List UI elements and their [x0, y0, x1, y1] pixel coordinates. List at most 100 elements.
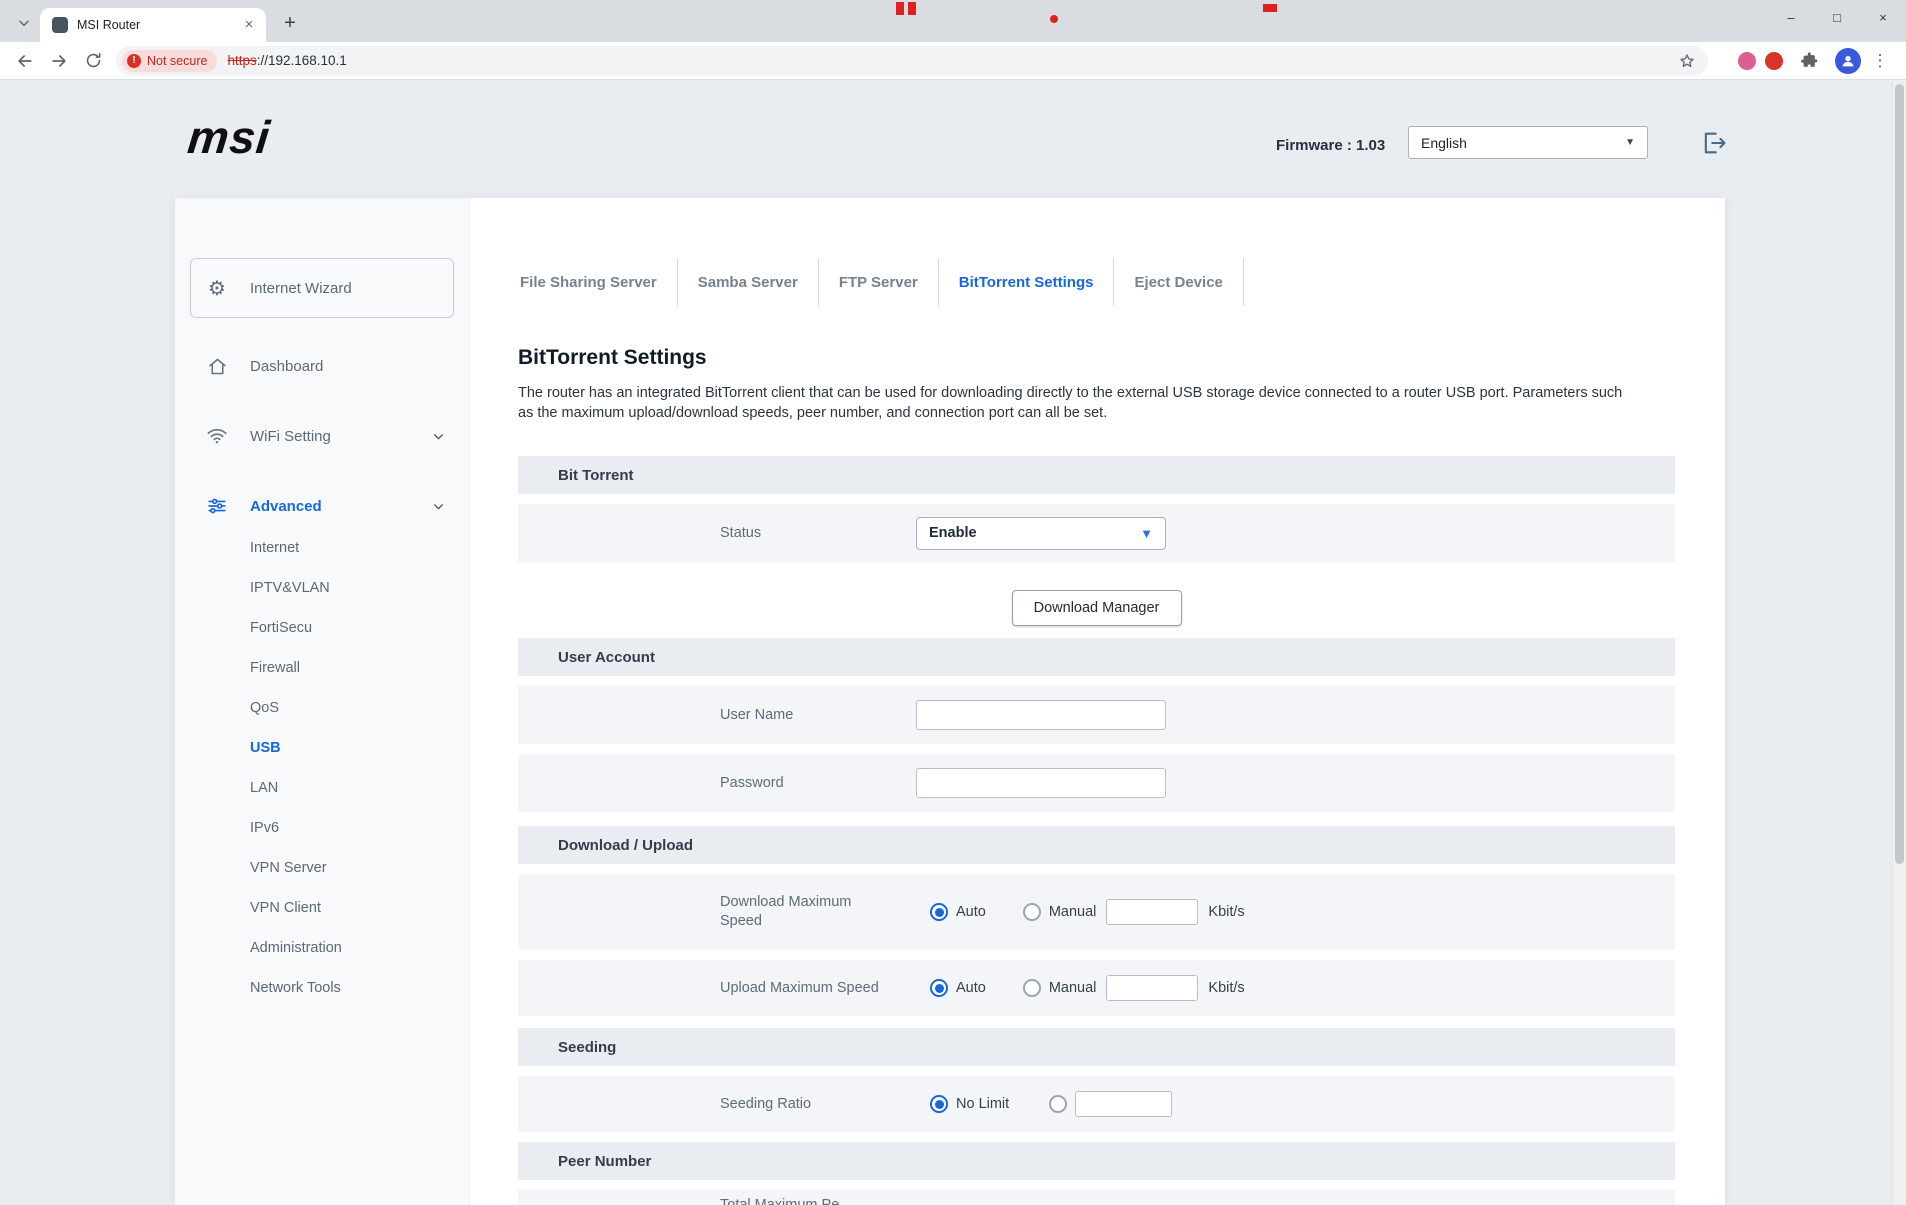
section-download-upload: Download / Upload [518, 826, 1675, 864]
upload-auto-radio[interactable] [930, 979, 948, 997]
tab-search-button[interactable] [10, 9, 38, 37]
browser-tab[interactable]: MSI Router × [40, 8, 266, 42]
profile-avatar[interactable] [1835, 48, 1861, 74]
no-limit-label: No Limit [956, 1096, 1009, 1112]
scrollbar[interactable] [1892, 80, 1906, 1205]
download-unit-label: Kbit/s [1208, 904, 1244, 920]
forward-arrow-icon [49, 51, 69, 71]
sidebar-item-lan[interactable]: LAN [175, 768, 469, 808]
seeding-ratio-label: Seeding Ratio [720, 1095, 880, 1114]
upload-speed-row: Upload Maximum Speed Auto Manual Kbit/s [518, 960, 1675, 1016]
tab-ftp-server[interactable]: FTP Server [819, 258, 939, 306]
warning-icon: ! [127, 54, 141, 68]
sidebar-item-network-tools[interactable]: Network Tools [175, 968, 469, 1008]
download-auto-radio[interactable] [930, 903, 948, 921]
username-row: User Name [518, 686, 1675, 744]
seeding-ratio-row: Seeding Ratio No Limit [518, 1076, 1675, 1132]
status-select[interactable]: Enable ▼ [916, 517, 1166, 550]
sidebar-item-vpn-client[interactable]: VPN Client [175, 888, 469, 928]
bookmark-star-icon[interactable] [1678, 52, 1696, 70]
address-bar[interactable]: ! Not secure https://192.168.10.1 [116, 46, 1708, 76]
forward-button[interactable] [44, 46, 74, 76]
tab-close-icon[interactable]: × [240, 16, 258, 34]
not-secure-badge[interactable]: ! Not secure [122, 50, 217, 72]
tab-samba-server[interactable]: Samba Server [678, 258, 819, 306]
content-area: File Sharing Server Samba Server FTP Ser… [470, 198, 1725, 1205]
sidebar-item-wifi-setting[interactable]: WiFi Setting [175, 416, 469, 456]
username-input[interactable] [916, 700, 1166, 730]
reload-button[interactable] [78, 46, 108, 76]
maximize-button[interactable]: □ [1814, 0, 1860, 34]
chevron-down-icon [17, 16, 31, 30]
reload-icon [84, 51, 103, 70]
total-maximum-peer-row: Total Maximum Pe [518, 1190, 1675, 1205]
upload-manual-radio[interactable] [1023, 979, 1041, 997]
sidebar-item-vpn-server[interactable]: VPN Server [175, 848, 469, 888]
sidebar-item-advanced[interactable]: Advanced [175, 486, 469, 526]
sidebar-item-administration[interactable]: Administration [175, 928, 469, 968]
browser-menu-icon[interactable]: ⋮ [1870, 51, 1890, 71]
download-manager-button[interactable]: Download Manager [1012, 590, 1182, 626]
section-peer-number-title: Peer Number [558, 1153, 651, 1170]
tab-strip: MSI Router × + – □ × [0, 0, 1906, 42]
url-scheme: https [227, 53, 256, 68]
window-controls: – □ × [1768, 0, 1906, 34]
sidebar-item-ipv6[interactable]: IPv6 [175, 808, 469, 848]
upload-speed-options: Auto Manual Kbit/s [930, 975, 1245, 1001]
sidebar-item-internet-wizard[interactable]: ⚙ Internet Wizard [190, 258, 454, 318]
section-seeding-title: Seeding [558, 1039, 616, 1056]
seeding-ratio-options: No Limit [930, 1091, 1172, 1117]
language-select[interactable]: English ▼ [1408, 126, 1648, 159]
extension-icon-2[interactable] [1765, 52, 1783, 70]
extensions-puzzle-icon[interactable] [1794, 46, 1824, 76]
sidebar: ⚙ Internet Wizard Dashboard WiFi Setting [175, 198, 470, 1205]
tab-favicon [52, 17, 68, 33]
tab-file-sharing-server[interactable]: File Sharing Server [518, 258, 678, 306]
tab-bittorrent-settings[interactable]: BitTorrent Settings [939, 258, 1115, 306]
upload-manual-input[interactable] [1106, 975, 1198, 1001]
sidebar-item-qos[interactable]: QoS [175, 688, 469, 728]
tab-eject-device[interactable]: Eject Device [1114, 258, 1243, 306]
radio-dot [935, 1100, 944, 1109]
no-limit-radio[interactable] [930, 1095, 948, 1113]
new-tab-button[interactable]: + [276, 9, 304, 37]
download-manual-label: Manual [1049, 904, 1097, 920]
status-row: Status Enable ▼ [518, 504, 1675, 562]
url-text: https://192.168.10.1 [227, 53, 346, 68]
wifi-setting-label: WiFi Setting [250, 428, 331, 445]
close-button[interactable]: × [1860, 0, 1906, 34]
download-manager-row: Download Manager [518, 590, 1675, 626]
sliders-icon [205, 495, 229, 517]
scrollbar-thumb[interactable] [1895, 84, 1904, 864]
status-label: Status [720, 524, 880, 543]
sidebar-item-internet[interactable]: Internet [175, 528, 469, 568]
download-manual-radio[interactable] [1023, 903, 1041, 921]
section-user-account-title: User Account [558, 649, 655, 666]
advanced-label: Advanced [250, 498, 322, 515]
sidebar-item-firewall[interactable]: Firewall [175, 648, 469, 688]
back-button[interactable] [10, 46, 40, 76]
advanced-submenu: Internet IPTV&VLAN FortiSecu Firewall Qo… [175, 528, 469, 1008]
custom-ratio-input[interactable] [1075, 1091, 1172, 1117]
download-speed-label: Download Maximum Speed [720, 893, 880, 931]
extension-icon-1[interactable] [1738, 52, 1756, 70]
logout-button[interactable] [1700, 129, 1728, 157]
download-manual-input[interactable] [1106, 899, 1198, 925]
sidebar-item-dashboard[interactable]: Dashboard [175, 346, 469, 386]
router-page: msi Firmware : 1.03 English ▼ ⚙ Internet… [0, 80, 1906, 1205]
password-input[interactable] [916, 768, 1166, 798]
home-icon [205, 356, 229, 377]
sidebar-item-iptv-vlan[interactable]: IPTV&VLAN [175, 568, 469, 608]
sidebar-item-fortisecu[interactable]: FortiSecu [175, 608, 469, 648]
custom-ratio-radio[interactable] [1049, 1095, 1067, 1113]
minimize-button[interactable]: – [1768, 0, 1814, 34]
section-peer-number: Peer Number [518, 1142, 1675, 1180]
section-seeding: Seeding [518, 1028, 1675, 1066]
back-arrow-icon [15, 51, 35, 71]
upload-auto-label: Auto [956, 980, 986, 996]
tab-bar: File Sharing Server Samba Server FTP Ser… [518, 258, 1675, 306]
sidebar-item-usb[interactable]: USB [175, 728, 469, 768]
chevron-down-icon: ▼ [1625, 137, 1635, 148]
total-maximum-peer-label: Total Maximum Pe [720, 1196, 880, 1205]
toolbar-right: ⋮ [1738, 46, 1898, 76]
